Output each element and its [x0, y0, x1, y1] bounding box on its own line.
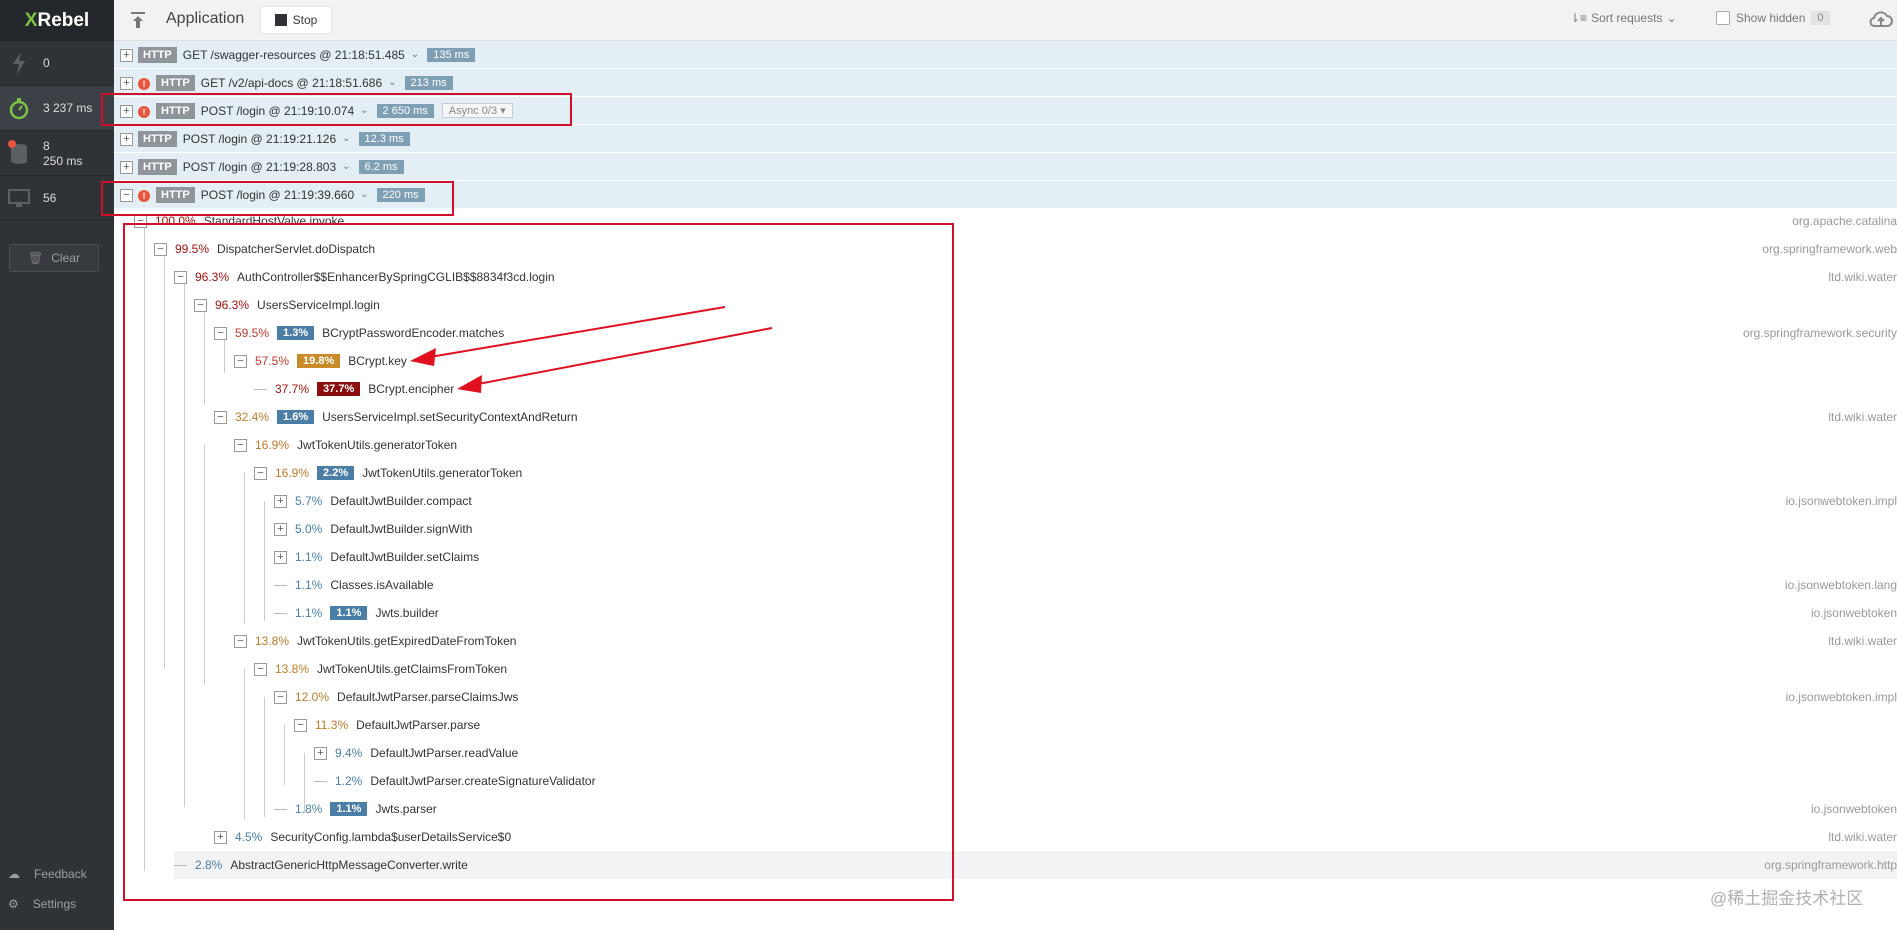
lightning-icon — [8, 50, 30, 76]
chevron-down-icon[interactable]: ⌄ — [342, 161, 350, 172]
feedback-icon: ☁ — [8, 867, 20, 881]
stop-icon — [274, 14, 287, 26]
sidebar-item-exceptions[interactable]: 0 — [0, 41, 114, 86]
duration-badge: 6.2 ms — [358, 159, 404, 174]
warning-icon: ! — [138, 78, 150, 90]
annotation-box — [101, 93, 572, 126]
request-text: GET /swagger-resources @ 21:18:51.485 — [182, 47, 405, 62]
package-name: ltd.wiki.water — [1828, 270, 1897, 284]
chevron-down-icon[interactable]: ⌄ — [411, 49, 419, 60]
show-hidden-checkbox[interactable] — [1716, 11, 1730, 25]
chevron-down-icon: ⌄ — [1666, 11, 1677, 25]
http-badge: HTTP — [156, 74, 195, 91]
request-text: GET /v2/api-docs @ 21:18:51.686 — [200, 75, 383, 90]
package-name: org.springframework.http — [1764, 858, 1897, 872]
clear-button[interactable]: 🗑 Clear — [9, 244, 99, 272]
io-count: 56 — [43, 191, 57, 205]
stopwatch-icon — [8, 95, 30, 121]
package-name: ltd.wiki.water — [1828, 634, 1897, 648]
database-icon — [8, 140, 30, 166]
package-name: io.jsonwebtoken.impl — [1785, 690, 1897, 704]
request-row[interactable]: + HTTP POST /login @ 21:19:28.803 ⌄ 6.2 … — [114, 153, 1897, 181]
stop-button[interactable]: Stop — [260, 6, 332, 34]
sort-requests-dropdown[interactable]: ⇂≡ Sort requests ⌄ — [1570, 11, 1677, 25]
sidebar-item-timing[interactable]: 3 237 ms — [0, 86, 114, 131]
watermark: @稀土掘金技术社区 — [1710, 889, 1864, 908]
package-name: org.springframework.web — [1762, 242, 1897, 256]
request-text: POST /login @ 21:19:28.803 — [182, 159, 337, 174]
http-badge: HTTP — [138, 158, 177, 175]
expand-icon[interactable]: + — [120, 49, 133, 62]
package-name: ltd.wiki.water — [1828, 410, 1897, 424]
expand-icon[interactable]: + — [120, 77, 133, 90]
package-name: io.jsonwebtoken.impl — [1785, 494, 1897, 508]
duration-badge: 135 ms — [427, 47, 476, 62]
expand-icon[interactable]: + — [120, 161, 133, 174]
http-badge: HTTP — [138, 130, 177, 147]
database-count: 8 — [43, 139, 50, 153]
sidebar-item-database[interactable]: 8 250 ms — [0, 131, 114, 176]
hidden-count: 0 — [1811, 11, 1830, 25]
annotation-box — [101, 181, 454, 216]
topbar: Application Stop ⇂≡ Sort requests ⌄ Show… — [114, 0, 1897, 41]
app-title: Application — [166, 10, 245, 27]
duration-badge: 12.3 ms — [358, 131, 410, 146]
annotation-box — [123, 223, 954, 901]
database-time: 250 ms — [43, 154, 83, 168]
timing-value: 3 237 ms — [43, 101, 93, 115]
expand-icon[interactable]: + — [120, 133, 133, 146]
duration-badge: 213 ms — [404, 75, 453, 90]
chevron-down-icon[interactable]: ⌄ — [388, 77, 396, 88]
show-hidden-toggle[interactable]: Show hidden 0 — [1716, 11, 1830, 25]
chevron-down-icon[interactable]: ⌄ — [342, 133, 350, 144]
sort-icon: ⇂≡ — [1570, 11, 1588, 25]
package-name: io.jsonwebtoken — [1810, 606, 1897, 620]
http-badge: HTTP — [138, 46, 177, 63]
request-text: POST /login @ 21:19:21.126 — [182, 131, 337, 146]
collapse-icon[interactable] — [130, 11, 146, 32]
gear-icon: ⚙ — [8, 897, 19, 911]
feedback-link[interactable]: ☁ Feedback — [8, 867, 87, 881]
package-name: io.jsonwebtoken.lang — [1784, 578, 1897, 592]
xrebel-logo: X Rebel — [0, 0, 114, 41]
package-name: org.springframework.security — [1742, 326, 1897, 340]
package-name: io.jsonwebtoken — [1810, 802, 1897, 816]
package-name: org.apache.catalina — [1792, 214, 1897, 228]
monitor-icon — [8, 185, 30, 211]
request-row[interactable]: + HTTP GET /swagger-resources @ 21:18:51… — [114, 41, 1897, 69]
settings-link[interactable]: ⚙ Settings — [8, 897, 76, 911]
cloud-upload-icon[interactable] — [1869, 10, 1893, 33]
sidebar: X Rebel 0 3 237 ms 8 250 ms 56 🗑 Clear ☁ … — [0, 0, 114, 930]
package-name: ltd.wiki.water — [1828, 830, 1897, 844]
trash-icon: 🗑 — [28, 251, 44, 265]
request-row[interactable]: + HTTP POST /login @ 21:19:21.126 ⌄ 12.3… — [114, 125, 1897, 153]
exceptions-count: 0 — [43, 56, 50, 70]
sidebar-item-io[interactable]: 56 — [0, 176, 114, 221]
